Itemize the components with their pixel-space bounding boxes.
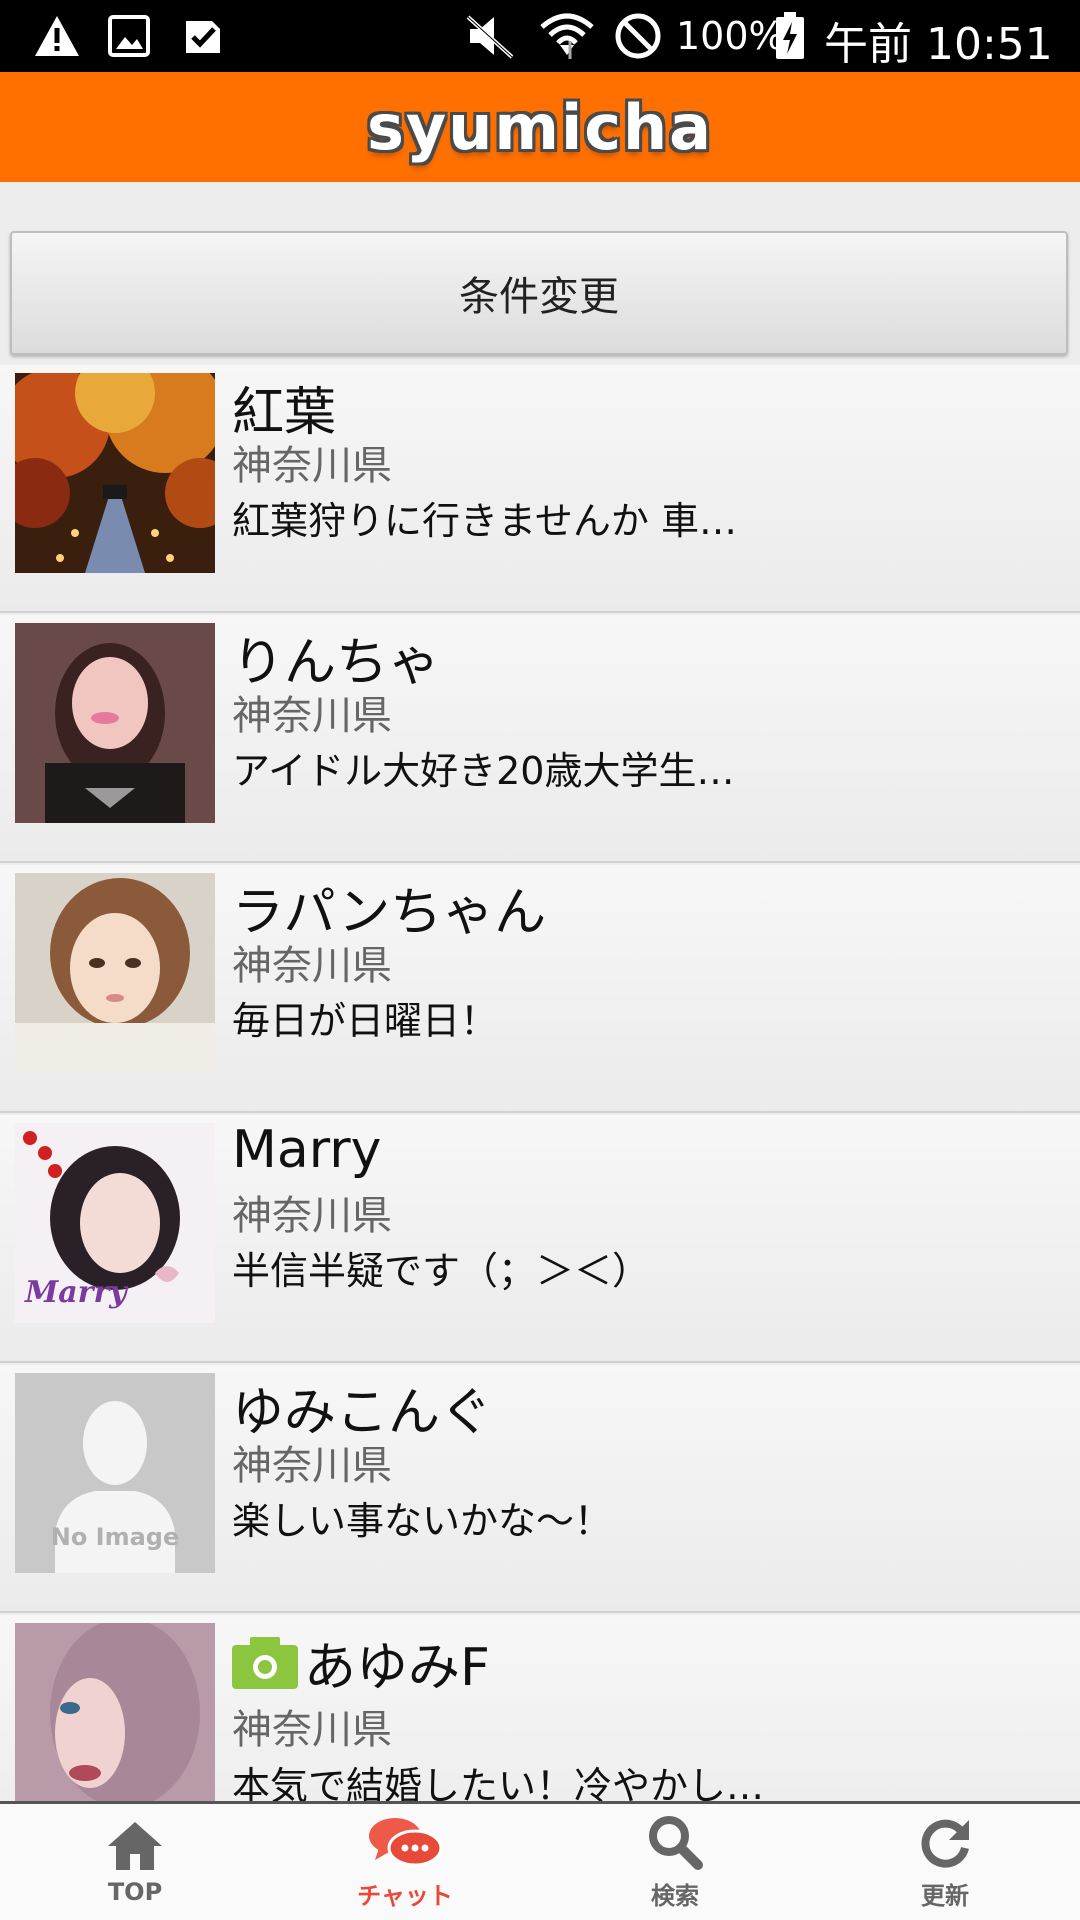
user-list: 紅葉 神奈川県 紅葉狩りに行きませんか 車… りんちゃ 神奈川県 アイドル大好き… — [0, 365, 1080, 1801]
tab-chat[interactable]: チャット — [270, 1804, 540, 1920]
tab-label: 更新 — [921, 1881, 969, 1910]
user-message: 毎日が日曜日！ — [232, 999, 499, 1043]
chat-icon — [367, 1814, 443, 1874]
user-prefecture: 神奈川県 — [232, 1193, 392, 1239]
do-not-disturb-icon — [612, 12, 664, 60]
clock: 午前 10:51 — [824, 19, 1053, 70]
mute-icon — [462, 12, 518, 60]
user-name: あゆみF — [232, 1625, 490, 1700]
tab-label: TOP — [107, 1878, 163, 1906]
image-icon — [106, 12, 152, 60]
no-image-avatar: No Image — [15, 1373, 215, 1573]
bottom-tab-bar: TOP チャット 検索 更新 — [0, 1801, 1080, 1920]
status-bar: 100% 午前 10:51 — [0, 0, 1080, 72]
search-icon — [646, 1814, 704, 1874]
tab-refresh[interactable]: 更新 — [810, 1804, 1080, 1920]
battery-percent: 100% — [676, 14, 785, 58]
wifi-icon — [536, 12, 598, 60]
user-message: 本気で結婚したい！冷やかし… — [232, 1764, 765, 1801]
avatar — [15, 623, 215, 823]
user-prefecture: 神奈川県 — [232, 443, 392, 489]
user-prefecture: 神奈川県 — [232, 943, 392, 989]
avatar: Marry — [15, 1123, 215, 1323]
user-message: 紅葉狩りに行きませんか 車… — [232, 499, 737, 543]
user-message: アイドル大好き20歳大学生… — [232, 749, 735, 793]
avatar-caption: Marry — [25, 1275, 127, 1310]
list-item[interactable]: りんちゃ 神奈川県 アイドル大好き20歳大学生… — [0, 615, 1080, 863]
change-conditions-button[interactable]: 条件変更 — [10, 231, 1068, 355]
no-image-label: No Image — [50, 1523, 180, 1551]
list-item[interactable]: ラパンちゃん 神奈川県 毎日が日曜日！ — [0, 865, 1080, 1113]
user-name: Marry — [232, 1120, 382, 1180]
list-item[interactable]: 紅葉 神奈川県 紅葉狩りに行きませんか 車… — [0, 365, 1080, 613]
refresh-icon — [917, 1814, 973, 1874]
list-item[interactable]: No Image ゆみこんぐ 神奈川県 楽しい事ないかな～！ — [0, 1365, 1080, 1613]
app-logo: syumicha — [366, 90, 714, 164]
tab-top[interactable]: TOP — [0, 1804, 270, 1920]
tab-search[interactable]: 検索 — [540, 1804, 810, 1920]
user-name-text: あゆみF — [304, 1638, 490, 1698]
avatar — [15, 1623, 215, 1801]
user-message: 楽しい事ないかな～！ — [232, 1499, 613, 1543]
tab-label: チャット — [357, 1881, 453, 1910]
user-prefecture: 神奈川県 — [232, 693, 392, 739]
user-prefecture: 神奈川県 — [232, 1443, 392, 1489]
tab-label: 検索 — [651, 1881, 699, 1910]
warning-icon — [32, 12, 82, 60]
task-icon — [180, 12, 226, 60]
battery-charging-icon — [772, 12, 808, 60]
user-message: 半信半疑です（；＞＜） — [232, 1249, 651, 1293]
home-icon — [104, 1818, 166, 1876]
list-item[interactable]: Marry Marry 神奈川県 半信半疑です（；＞＜） — [0, 1115, 1080, 1363]
avatar — [15, 373, 215, 573]
camera-icon — [232, 1636, 298, 1689]
app-header: syumicha — [0, 72, 1080, 182]
avatar — [15, 873, 215, 1073]
list-item[interactable]: あゆみF 神奈川県 本気で結婚したい！冷やかし… — [0, 1615, 1080, 1801]
user-prefecture: 神奈川県 — [232, 1707, 392, 1753]
